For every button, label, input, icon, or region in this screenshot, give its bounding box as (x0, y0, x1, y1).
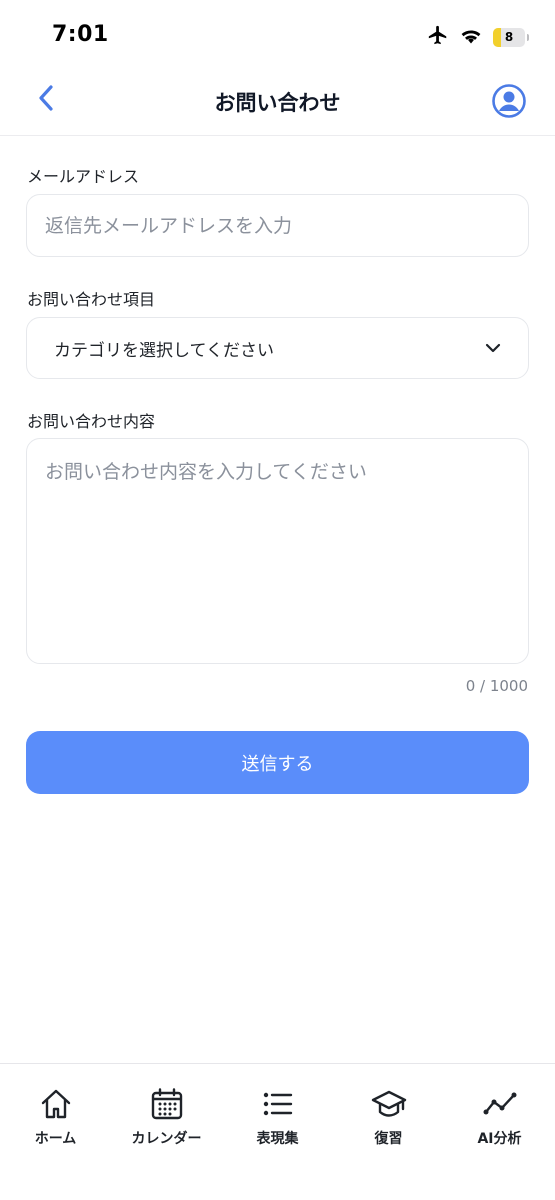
tab-label-home: ホーム (34, 1131, 77, 1147)
message-label: お問い合わせ内容 (27, 412, 156, 431)
contact-screen: 7:01 8 お問い合わせ メールアドレス 返信先メールアドレスを入力 お問い合… (0, 0, 555, 1200)
tab-label-review: 復習 (374, 1131, 403, 1147)
chevron-down-icon (484, 339, 502, 358)
tab-expressions[interactable]: 表現集 (222, 1064, 333, 1200)
profile-button[interactable] (491, 83, 527, 119)
character-counter: 0 / 1000 (465, 677, 528, 695)
list-icon (260, 1086, 296, 1122)
trend-line-icon (482, 1086, 518, 1122)
tab-label-expressions: 表現集 (256, 1131, 299, 1147)
submit-button[interactable]: 送信する (26, 731, 529, 794)
user-icon (491, 84, 527, 123)
status-icons: 8 (427, 24, 529, 50)
home-icon (38, 1086, 74, 1122)
status-time: 7:01 (52, 22, 109, 47)
category-label: お問い合わせ項目 (27, 290, 156, 309)
email-label: メールアドレス (27, 167, 140, 186)
page-title: お問い合わせ (214, 91, 341, 115)
airplane-icon (427, 24, 449, 50)
tab-ai-analysis[interactable]: AI分析 (444, 1064, 555, 1200)
message-textarea[interactable] (27, 439, 528, 663)
battery-indicator: 8 (493, 27, 529, 47)
tab-calendar[interactable]: カレンダー (111, 1064, 222, 1200)
category-selected-value: カテゴリを選択してください (54, 340, 274, 361)
category-select[interactable]: カテゴリを選択してください (26, 317, 529, 379)
header: お問い合わせ (0, 70, 555, 136)
tab-bar: ホーム カレンダー 表現集 復習 AI分析 (0, 1063, 555, 1200)
status-bar: 7:01 8 (0, 0, 555, 70)
tab-label-calendar: カレンダー (131, 1131, 202, 1147)
calendar-icon (149, 1086, 185, 1122)
tab-home[interactable]: ホーム (0, 1064, 111, 1200)
graduation-cap-icon (371, 1086, 407, 1122)
tab-label-ai-analysis: AI分析 (477, 1131, 522, 1147)
email-field-box (26, 194, 529, 257)
message-field-box (26, 438, 529, 664)
battery-level: 8 (504, 30, 514, 44)
tab-review[interactable]: 復習 (333, 1064, 444, 1200)
email-input[interactable] (27, 195, 528, 256)
wifi-icon (459, 25, 483, 49)
